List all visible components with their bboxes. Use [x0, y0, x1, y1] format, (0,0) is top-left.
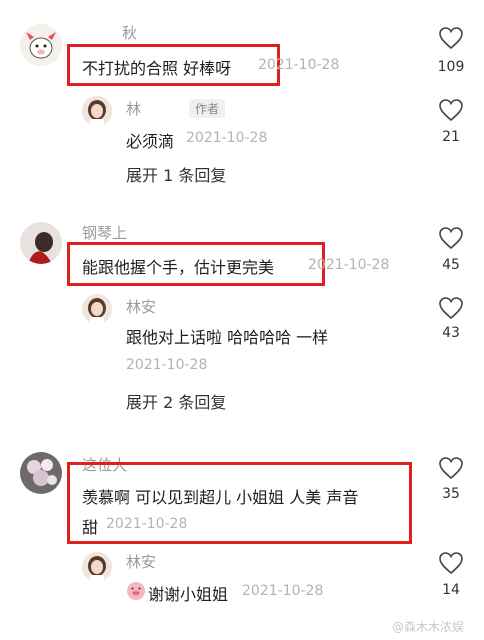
- comment-text: 不打扰的合照 好棒呀: [82, 59, 232, 78]
- author-badge: 作者: [189, 99, 226, 118]
- like-count: 43: [442, 325, 460, 341]
- comment-text: 羡慕啊 可以见到超儿 小姐姐 人美 声音: [82, 488, 359, 507]
- comment-date: 2021-10-28: [308, 257, 390, 273]
- like-count: 109: [437, 59, 465, 75]
- heart-outline-icon: [439, 99, 463, 122]
- like-count: 14: [442, 582, 460, 598]
- reply-date: 2021-10-28: [126, 357, 208, 373]
- avatar[interactable]: [82, 96, 112, 126]
- reply-username[interactable]: 林: [126, 98, 141, 119]
- like-button[interactable]: [438, 98, 464, 126]
- avatar[interactable]: [82, 552, 112, 582]
- heart-outline-icon: [439, 457, 463, 480]
- avatar[interactable]: [82, 294, 112, 324]
- portrait-avatar-icon: [82, 96, 112, 126]
- comment-username[interactable]: 钢琴上: [82, 222, 127, 243]
- like-button[interactable]: [438, 226, 464, 254]
- heart-outline-icon: [439, 552, 463, 575]
- avatar[interactable]: [20, 452, 62, 494]
- reply-text: 跟他对上话啦 哈哈哈哈 一样: [126, 328, 329, 347]
- flower-avatar-icon: [20, 452, 62, 494]
- comment-username[interactable]: 秋: [122, 22, 137, 43]
- portrait-avatar-icon: [82, 552, 112, 582]
- portrait-avatar-icon: [82, 294, 112, 324]
- watermark: @森木木浓娱: [392, 620, 465, 634]
- comment-date: 2021-10-28: [106, 516, 188, 532]
- reply-date: 2021-10-28: [242, 583, 324, 599]
- comment-text: 甜: [82, 518, 99, 537]
- like-button[interactable]: [438, 456, 464, 484]
- like-count: 21: [442, 129, 460, 145]
- photo-avatar-icon: [20, 222, 62, 264]
- comment-text: 能跟他握个手，估计更完美: [82, 258, 275, 277]
- like-count: 35: [442, 486, 460, 502]
- heart-outline-icon: [439, 27, 463, 50]
- reply-username[interactable]: 林安: [126, 296, 156, 317]
- like-button[interactable]: [438, 26, 464, 54]
- like-button[interactable]: [438, 296, 464, 324]
- heart-outline-icon: [439, 297, 463, 320]
- reply-username[interactable]: 林安: [126, 551, 156, 572]
- like-button[interactable]: [438, 551, 464, 579]
- avatar[interactable]: [20, 24, 62, 66]
- emoji-icon: [126, 581, 146, 605]
- expand-replies-button[interactable]: 展开 2 条回复: [126, 389, 226, 413]
- reply-date: 2021-10-28: [186, 130, 268, 146]
- expand-replies-button[interactable]: 展开 1 条回复: [126, 162, 226, 186]
- avatar[interactable]: [20, 222, 62, 264]
- like-count: 45: [442, 257, 460, 273]
- reply-text: 必须滴: [126, 132, 175, 151]
- pig-emoji-icon: [127, 582, 145, 600]
- reply-text: 谢谢小姐姐: [148, 585, 229, 604]
- comment-date: 2021-10-28: [258, 57, 340, 73]
- cartoon-cow-avatar-icon: [20, 24, 62, 66]
- heart-outline-icon: [439, 227, 463, 250]
